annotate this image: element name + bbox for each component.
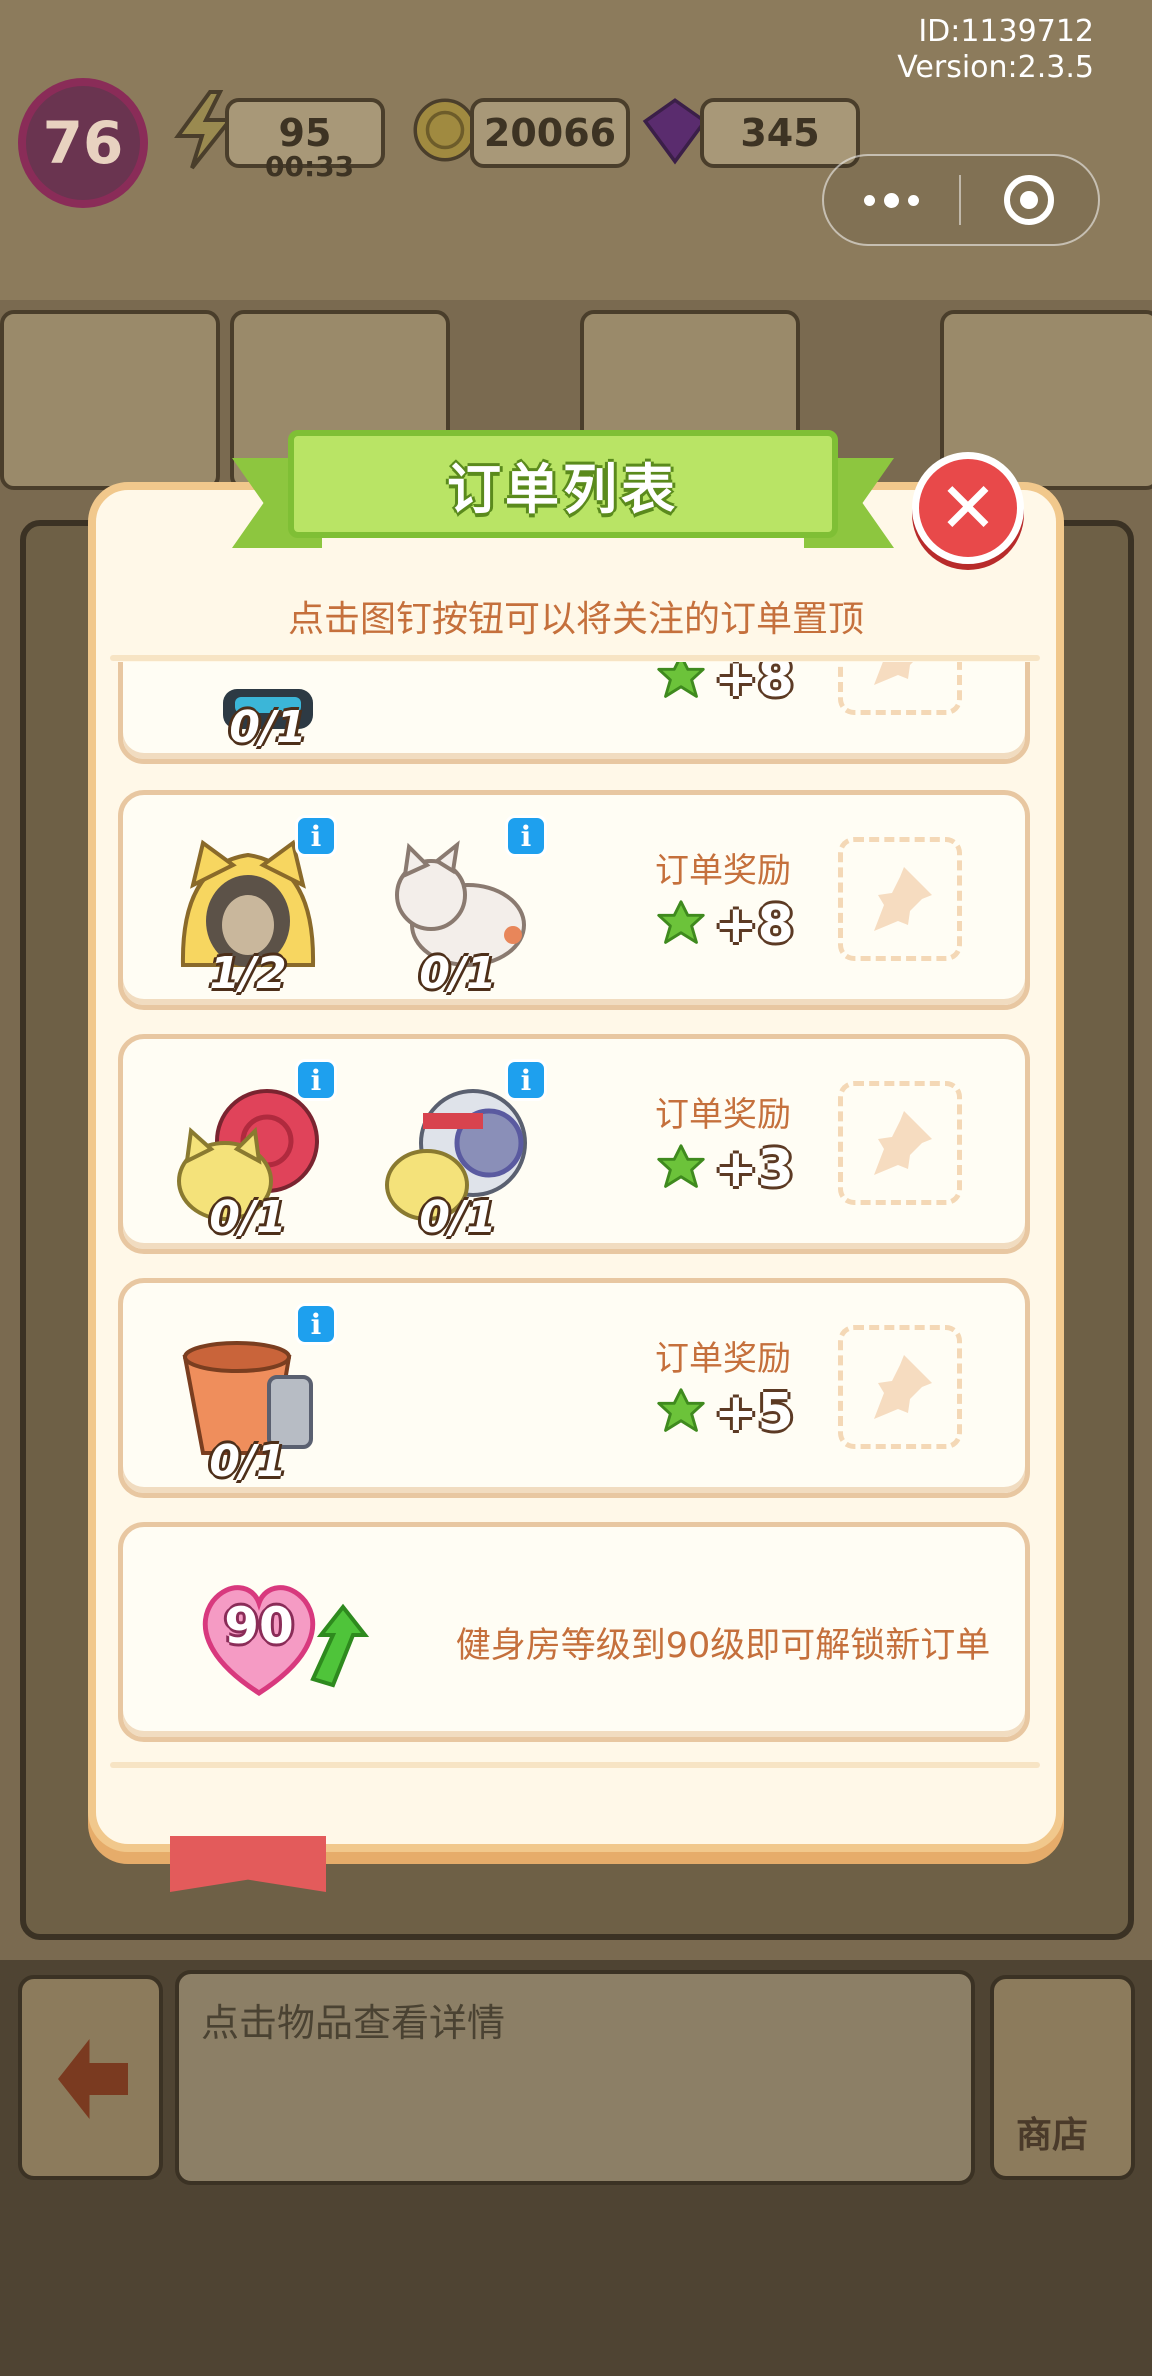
order-reward: +3 [623,1139,823,1199]
unlock-requirement: 健身房等级到90级即可解锁新订单 [455,1626,991,1666]
coin-value: 20066 [483,111,617,155]
order-item-white-cat[interactable]: 0/1 i [373,815,547,999]
item-count: 1/2 [209,948,287,999]
close-icon: ✕ [938,467,998,549]
pin-hint: 点击图钉按钮可以将关注的订单置顶 [287,599,864,640]
info-icon: i [310,819,322,853]
target-icon [1003,175,1054,225]
clover-icon [657,662,705,698]
info-button[interactable]: i [505,815,547,857]
pin-icon [874,1355,932,1419]
exit-icon [58,2039,128,2119]
reward-amount: +8 [714,895,794,955]
dot [864,194,875,206]
order-card: 0/1 +8 [118,662,1030,764]
level-heart-badge: 90 [193,1567,373,1707]
reward-amount: +5 [714,1383,794,1443]
gem-value: 345 [740,111,820,155]
more-menu-button[interactable] [824,192,959,208]
exit-button[interactable] [18,1975,163,2180]
level-badge[interactable]: 76 [18,78,148,208]
shop-label: 商店 [1016,2115,1089,2156]
pin-button[interactable] [838,1081,962,1205]
order-item-cat-in-yellow-hood[interactable]: 1/2 i [163,815,337,999]
pin-icon [874,1111,932,1175]
shop-button[interactable]: 商店 [990,1975,1135,2180]
order-item-robot-snail-cat[interactable]: 0/1 i [373,1059,547,1243]
order-card: 1/2 i 0/1 i 订单奖励 +8 [118,790,1030,1010]
info-button[interactable]: i [295,1303,337,1345]
info-button[interactable]: i [505,1059,547,1101]
order-item-orange-bucket[interactable]: 0/1 i [163,1303,337,1487]
reward-label: 订单奖励 [655,851,791,891]
banner-body: 订单列表 [288,430,838,538]
level-value: 76 [42,109,124,177]
info-button[interactable]: i [295,1059,337,1101]
shelf-slot [0,310,220,490]
version-label: Version:2.3.5 [897,50,1094,85]
energy-value: 95 [278,111,332,155]
item-count: 0/1 [419,1192,497,1243]
clover-icon [657,1388,705,1432]
item-count: 0/1 [419,948,497,999]
item-count: 0/1 [229,702,307,753]
pin-button[interactable] [838,662,962,715]
item-count: 0/1 [209,1436,287,1487]
close-miniprogram-button[interactable] [961,175,1096,225]
energy-timer: 00:33 [265,150,355,183]
miniprogram-capsule [822,154,1100,246]
info-icon: i [310,1307,322,1341]
divider [110,1762,1040,1768]
order-item-snail-cat[interactable]: 0/1 i [163,1059,337,1243]
unlock-level: 90 [224,1597,294,1655]
dialog-title: 订单列表 [447,457,679,521]
detail-placeholder: 点击物品查看详情 [201,2001,506,2045]
order-reward: +8 [623,662,823,709]
order-card: 0/1 i 0/1 i 订单奖励 +3 [118,1034,1030,1254]
dot [908,194,919,206]
pin-button[interactable] [838,837,962,961]
reward-amount: +3 [714,1139,794,1199]
item-count: 0/1 [209,1192,287,1243]
pin-icon [874,662,913,685]
order-item-robot-vacuum[interactable]: 0/1 [183,662,353,753]
reward-label: 订单奖励 [655,1339,791,1379]
info-icon: i [520,819,532,853]
reward-label: 订单奖励 [655,1095,791,1135]
order-reward: +8 [623,895,823,955]
pin-icon [874,867,932,931]
gem-counter[interactable]: 345 [700,98,860,168]
coin-counter[interactable]: 20066 [470,98,630,168]
dialog-title-banner: 订单列表 [232,430,894,548]
info-icon: i [520,1063,532,1097]
user-id: ID:1139712 [918,14,1094,49]
info-icon: i [310,1063,322,1097]
item-detail-panel: 点击物品查看详情 [175,1970,975,2185]
order-list[interactable]: 0/1 +8 1/2 i 0/1 i 订单奖励 +8 0/1 i 0/1 i 订… [110,662,1040,1762]
order-reward: +5 [623,1383,823,1443]
target-icon-center [1019,191,1038,209]
order-card: 0/1 i 订单奖励 +5 [118,1278,1030,1498]
close-button[interactable]: ✕ [912,452,1024,564]
clover-icon [657,1144,705,1188]
clover-icon [657,900,705,944]
info-button[interactable]: i [295,815,337,857]
locked-order-card: 90 健身房等级到90级即可解锁新订单 [118,1522,1030,1742]
divider [110,655,1040,661]
dot [884,192,899,208]
build-info: ID:1139712 Version:2.3.5 [897,14,1094,86]
pin-button[interactable] [838,1325,962,1449]
reward-amount: +8 [714,662,794,709]
